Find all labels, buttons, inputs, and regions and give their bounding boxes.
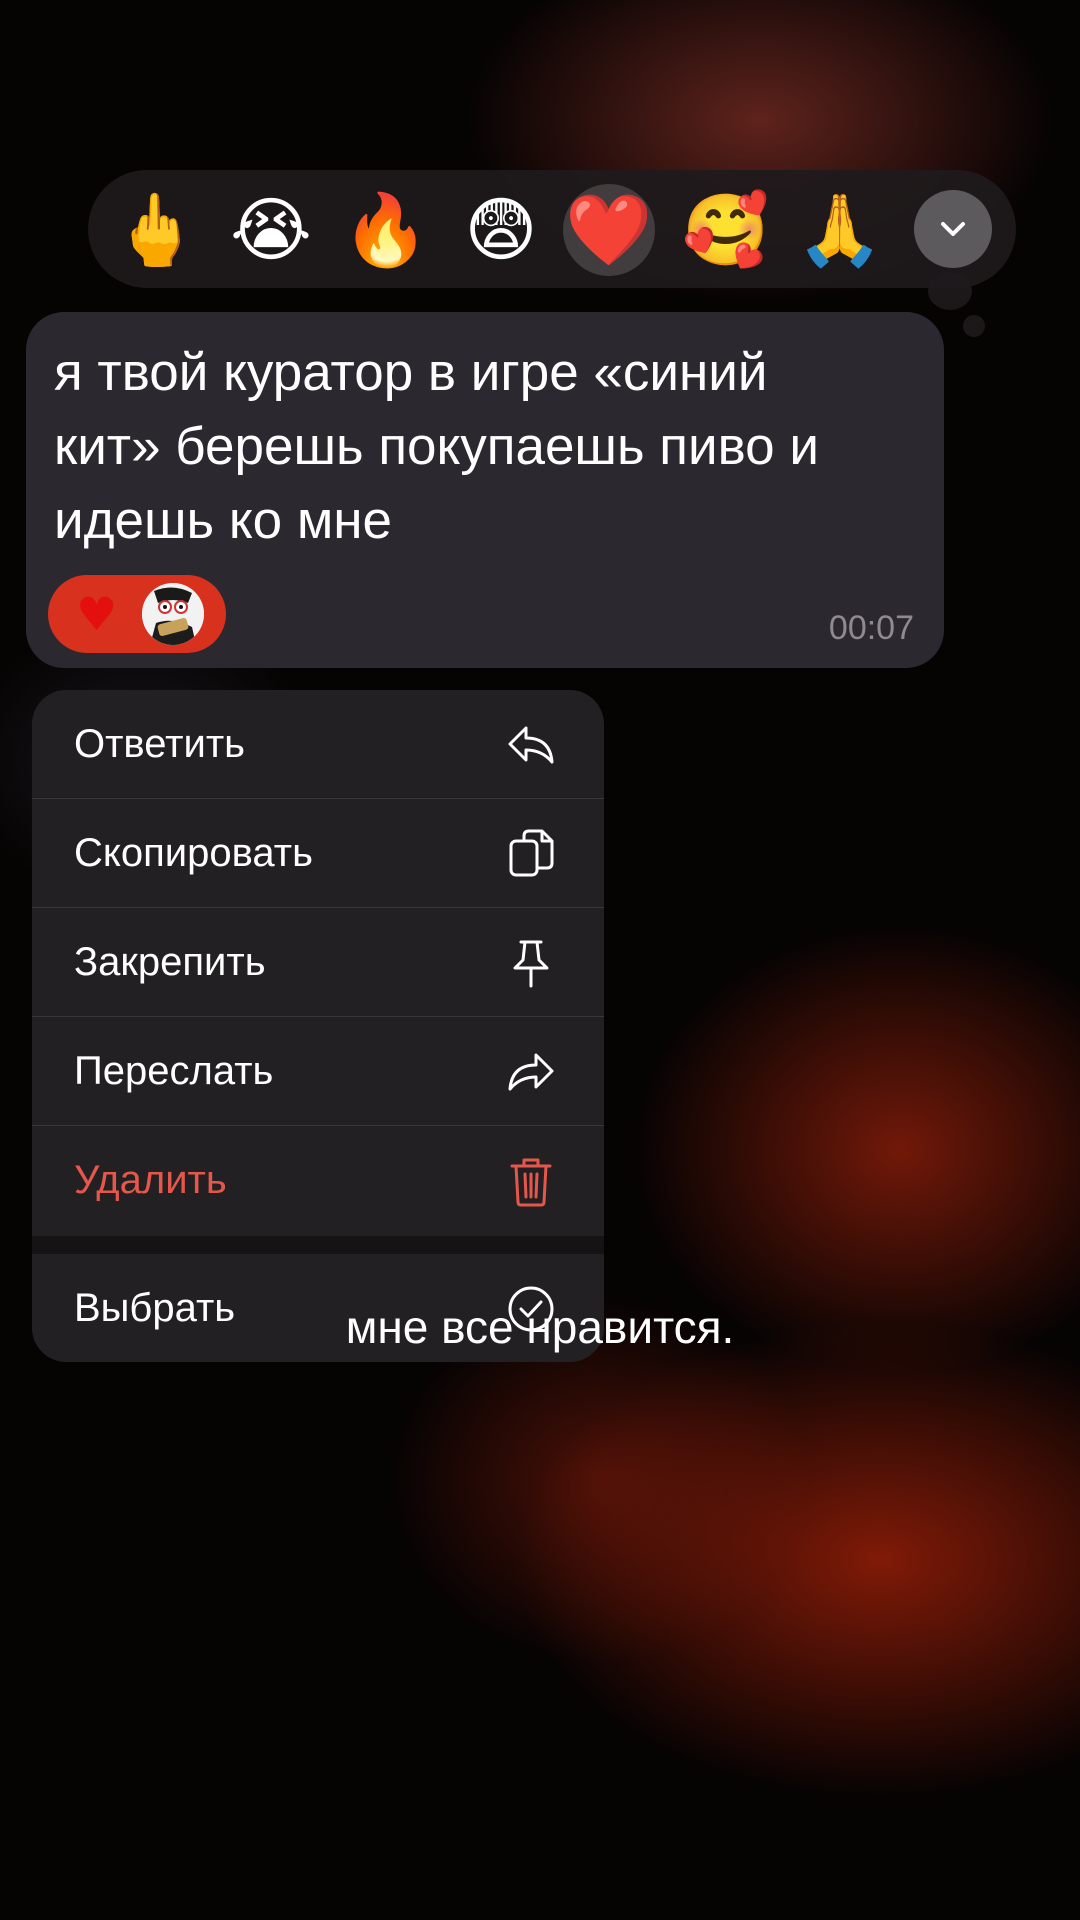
- trash-icon: [510, 1158, 552, 1207]
- expand-reactions-button[interactable]: [914, 190, 992, 268]
- menu-item-reply[interactable]: Ответить: [32, 690, 604, 799]
- menu-item-forward[interactable]: Переслать: [32, 1017, 604, 1126]
- menu-item-delete[interactable]: Удалить: [32, 1126, 604, 1235]
- reaction-fire[interactable]: 🔥: [340, 184, 432, 276]
- reaction-bar-tail-dot: [963, 315, 985, 337]
- chevron-down-icon: [941, 222, 965, 236]
- reply-icon: [508, 726, 554, 764]
- reaction-crying-face[interactable]: 😭: [225, 184, 317, 276]
- menu-item-label: Удалить: [74, 1158, 227, 1202]
- menu-item-label: Переслать: [74, 1049, 274, 1093]
- reaction-fearful-face[interactable]: 😨: [455, 184, 547, 276]
- video-caption: мне все нравится.: [345, 1301, 735, 1353]
- reaction-bar-tail: [928, 272, 972, 310]
- reaction-smiling-face-with-hearts[interactable]: 🥰: [680, 184, 772, 276]
- context-menu: Ответить Скопировать Закрепить Переслать…: [32, 690, 604, 1362]
- menu-item-pin[interactable]: Закрепить: [32, 908, 604, 1017]
- menu-item-label: Закрепить: [74, 940, 266, 984]
- forward-icon: [508, 1053, 554, 1091]
- copy-icon: [509, 829, 554, 877]
- message-bubble[interactable]: я твой куратор в игре «синий кит» берешь…: [26, 312, 944, 668]
- avatar: [142, 583, 204, 645]
- menu-item-copy[interactable]: Скопировать: [32, 799, 604, 908]
- menu-item-label: Ответить: [74, 722, 245, 766]
- menu-item-label: Скопировать: [74, 831, 313, 875]
- pin-icon: [513, 940, 549, 988]
- message-text: я твой куратор в игре «синий кит» берешь…: [54, 343, 819, 550]
- reaction-picker: 🖕 😭 🔥 😨 ❤️ 🥰 🙏: [88, 170, 1016, 288]
- reaction-middle-finger[interactable]: 🖕: [110, 184, 202, 276]
- heart-icon: ♥: [76, 587, 118, 641]
- menu-separator: [32, 1236, 604, 1254]
- reaction-folded-hands[interactable]: 🙏: [794, 184, 886, 276]
- message-reaction-chip[interactable]: ♥: [48, 575, 226, 653]
- reaction-red-heart[interactable]: ❤️: [563, 184, 655, 276]
- message-timestamp: 00:07: [828, 609, 914, 647]
